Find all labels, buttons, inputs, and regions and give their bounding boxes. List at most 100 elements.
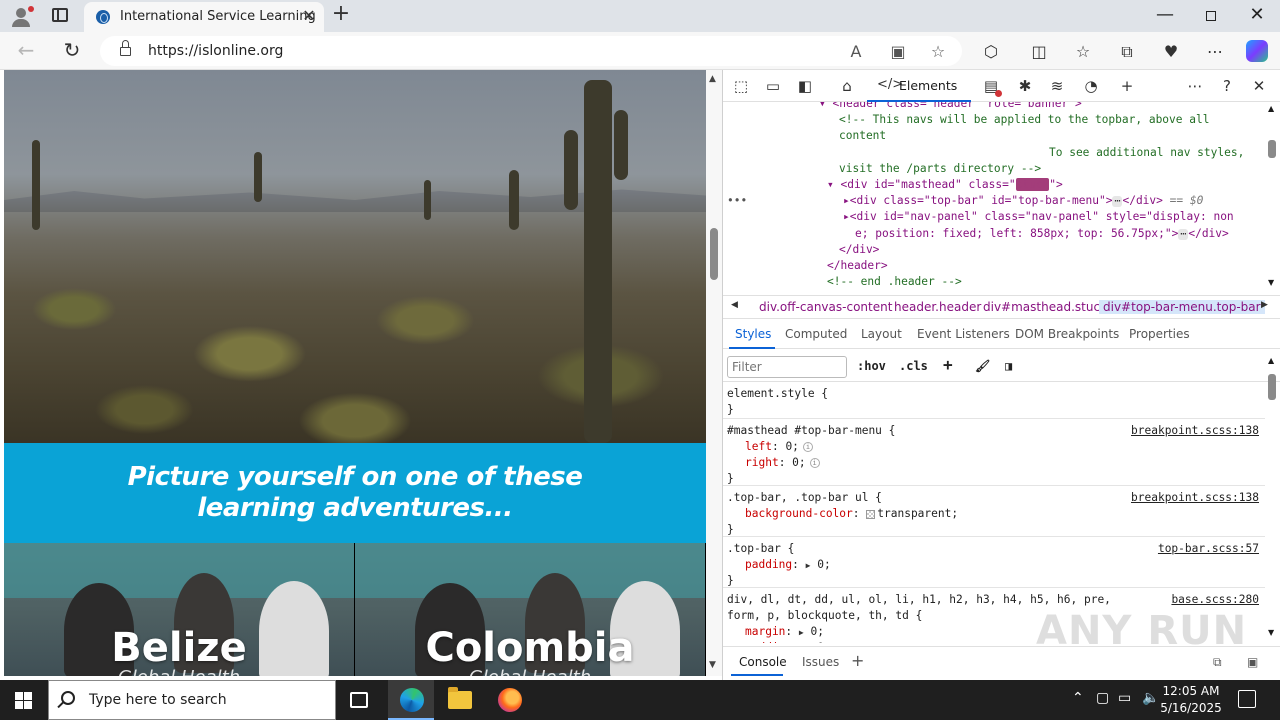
breadcrumb-item[interactable]: div.off-canvas-content [759, 300, 892, 314]
new-rule-plus-icon[interactable]: + [943, 355, 953, 374]
tab-elements[interactable]: </> Elements [867, 70, 971, 102]
drawer-dock-icon[interactable]: ⧉ [1213, 655, 1222, 670]
dom-header-open[interactable]: ▾ <header class="header" role="banner"> [819, 102, 1082, 112]
tab-computed[interactable]: Computed [785, 327, 847, 341]
dom-scrollbar[interactable]: ▲ ▼ [1265, 102, 1279, 292]
notification-icon[interactable] [1238, 690, 1256, 708]
hover-state-toggle[interactable]: :hov [857, 359, 886, 373]
css-rule[interactable]: element.style { } [723, 383, 1265, 419]
css-selector[interactable]: element.style { [727, 386, 828, 402]
css-selector[interactable]: #masthead #top-bar-menu { [727, 423, 895, 439]
drawer-add-tab-icon[interactable]: + [851, 651, 864, 670]
dom-nav-panel[interactable]: ▸<div id="nav-panel" class="nav-panel" s… [843, 209, 1234, 225]
page-scroll-thumb[interactable] [710, 228, 718, 280]
dom-comment[interactable]: content [839, 128, 886, 144]
dom-row-menu-icon[interactable]: ••• [727, 193, 747, 209]
inspect-icon[interactable]: ⬚ [731, 77, 751, 95]
taskbar-search[interactable]: Type here to search [48, 680, 336, 720]
welcome-home-icon[interactable]: ⌂ [837, 77, 857, 95]
tab-actions-icon[interactable] [52, 8, 68, 22]
back-icon[interactable]: ← [14, 39, 38, 63]
dom-comment-end[interactable]: <!-- end .header --> [827, 274, 962, 290]
favorites-icon[interactable]: ☆ [1072, 42, 1094, 62]
devtools-more-icon[interactable]: ⋯ [1185, 77, 1205, 95]
crumb-left-arrow[interactable]: ◀ [731, 300, 738, 310]
extensions-icon[interactable]: ⬡ [980, 42, 1002, 62]
info-icon[interactable]: i [809, 458, 820, 468]
css-property[interactable]: background-color: transparent; [745, 506, 958, 522]
dom-comment[interactable]: To see additional nav styles, [1049, 145, 1244, 161]
device-emulation-icon[interactable]: ▭ [763, 77, 783, 95]
read-aloud-icon[interactable]: A [846, 42, 866, 62]
css-rule[interactable]: .top-bar, .top-bar ul { breakpoint.scss:… [723, 487, 1265, 537]
tab-styles[interactable]: Styles [735, 327, 771, 341]
favorite-star-icon[interactable]: ☆ [928, 42, 948, 62]
css-selector-cont[interactable]: form, p, blockquote, th, td { [727, 608, 922, 624]
css-source-link[interactable]: base.scss:280 [1171, 592, 1259, 608]
split-screen-icon[interactable]: ◫ [1028, 42, 1050, 62]
class-toggle[interactable]: .cls [899, 359, 928, 373]
dom-masthead[interactable]: ▾ <div id="masthead" class="stuck"> [827, 177, 1063, 193]
task-view-button[interactable] [336, 680, 382, 720]
file-explorer-button[interactable] [436, 680, 482, 720]
css-property[interactable]: margin: ▶ 0; [745, 624, 824, 641]
windows-start-icon[interactable] [15, 692, 32, 709]
css-source-link[interactable]: breakpoint.scss:138 [1131, 490, 1259, 506]
dom-topbar[interactable]: ▸<div class="top-bar" id="top-bar-menu">… [843, 193, 1203, 209]
css-selector[interactable]: div, dl, dt, dd, ul, ol, li, h1, h2, h3,… [727, 592, 1111, 608]
tab-console[interactable]: Console [739, 655, 787, 669]
breadcrumb-item[interactable]: header.header [894, 300, 981, 314]
dom-header-close[interactable]: </header> [827, 258, 888, 274]
minimize-button[interactable]: — [1150, 4, 1180, 28]
tab-properties[interactable]: Properties [1129, 327, 1190, 341]
web-page-viewport[interactable]: Picture yourself on one of these learnin… [4, 70, 706, 676]
css-property[interactable]: right: 0; i [745, 455, 820, 471]
collections-icon[interactable]: ⧉ [1116, 42, 1138, 62]
copilot-icon[interactable] [1246, 40, 1268, 62]
dom-comment[interactable]: visit the /parts directory --> [839, 161, 1041, 177]
css-selector[interactable]: .top-bar { [727, 541, 794, 557]
new-tab-icon[interactable]: + [330, 3, 352, 26]
css-property[interactable]: padding: ▶ 0; [745, 557, 831, 574]
more-tools-plus-icon[interactable]: + [1117, 77, 1137, 95]
close-tab-icon[interactable]: ✕ [300, 7, 318, 25]
dom-div-close[interactable]: </div> [839, 242, 879, 258]
css-source-link[interactable]: top-bar.scss:57 [1158, 541, 1259, 557]
firefox-taskbar-button[interactable] [486, 680, 532, 720]
immersive-reader-icon[interactable]: ▣ [888, 42, 908, 62]
drawer-collapse-icon[interactable]: ▣ [1247, 655, 1258, 669]
url-text[interactable]: https://islonline.org [148, 43, 283, 59]
css-rule[interactable]: #masthead #top-bar-menu { breakpoint.scs… [723, 420, 1265, 486]
computed-sidebar-icon[interactable]: ◨ [1005, 359, 1012, 373]
page-scrollbar[interactable]: ▲ ▼ [706, 70, 722, 676]
dom-comment[interactable]: <!-- This navs will be applied to the to… [839, 112, 1209, 128]
color-swatch[interactable] [866, 509, 876, 519]
tab-event-listeners[interactable]: Event Listeners [917, 327, 1010, 341]
program-card-colombia[interactable]: Colombia Global Health [355, 543, 705, 676]
css-selector[interactable]: .top-bar, .top-bar ul { [727, 490, 882, 506]
reload-icon[interactable]: ↻ [60, 39, 84, 63]
program-card-belize[interactable]: Belize Global Health [4, 543, 354, 676]
dock-side-icon[interactable]: ◧ [795, 77, 815, 95]
breadcrumb-item[interactable]: div#masthead.stuck [983, 300, 1107, 314]
styles-scrollbar[interactable]: ▲ ▼ [1265, 352, 1279, 642]
dom-nav-panel-cont[interactable]: e; position: fixed; left: 858px; top: 56… [855, 226, 1229, 242]
network-icon[interactable]: ▭ [1118, 690, 1131, 706]
close-devtools-icon[interactable]: ✕ [1249, 77, 1269, 95]
info-icon[interactable]: i [802, 442, 813, 452]
edge-taskbar-button[interactable] [388, 680, 434, 720]
maximize-button[interactable] [1196, 4, 1226, 28]
tab-issues[interactable]: Issues [802, 655, 839, 669]
paint-brush-icon[interactable]: 🖌 [975, 359, 990, 373]
tray-chevron-icon[interactable]: ⌃ [1072, 690, 1084, 706]
performance-gauge-icon[interactable]: ◔ [1081, 77, 1101, 95]
system-clock[interactable]: 12:05 AM 5/16/2025 [1156, 683, 1226, 717]
lock-icon[interactable] [120, 40, 131, 56]
tab-dom-breakpoints[interactable]: DOM Breakpoints [1015, 327, 1119, 341]
tray-device-icon[interactable]: ▢ [1096, 690, 1109, 706]
css-property[interactable]: left: 0; i [745, 439, 813, 455]
tab-layout[interactable]: Layout [861, 327, 902, 341]
performance-icon[interactable]: ♥ [1160, 42, 1182, 62]
more-icon[interactable]: ⋯ [1204, 42, 1226, 62]
dom-tree[interactable]: ▾ <header class="header" role="banner"> … [723, 102, 1280, 292]
